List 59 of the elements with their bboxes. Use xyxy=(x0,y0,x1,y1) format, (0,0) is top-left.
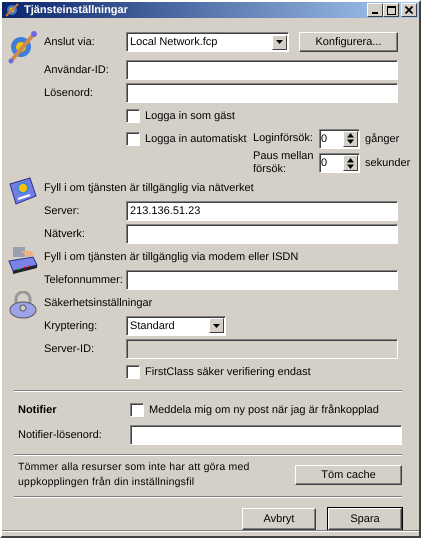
unit-label: gånger xyxy=(365,132,400,144)
spinner-field[interactable]: 0 xyxy=(319,153,360,173)
dialog-button[interactable]: Avbryt xyxy=(242,508,316,530)
spinner-label: Paus mellan försök: xyxy=(253,150,315,176)
maximize-button[interactable] xyxy=(383,3,399,17)
window-title: Tjänsteinställningar xyxy=(24,4,129,16)
minimize-button[interactable] xyxy=(367,3,383,17)
field-label: Användar-ID: xyxy=(44,64,110,76)
field-label: Telefonnummer: xyxy=(44,274,124,286)
up-down-arrows-icon xyxy=(347,133,354,144)
configure-button[interactable]: Konfigurera... xyxy=(299,32,398,52)
field-label: Lösenord: xyxy=(44,86,94,98)
checkbox-label: FirstClass säker verifiering endast xyxy=(145,366,311,378)
section-title: Fyll i om tjänsten är tillgänglig via modem eller ISDN xyxy=(44,250,298,262)
spinner-field[interactable]: 0 xyxy=(319,128,360,148)
text-field[interactable] xyxy=(126,82,398,102)
field-label: Nätverk: xyxy=(44,228,86,240)
field-label: Kryptering: xyxy=(44,320,98,332)
modem-icon xyxy=(7,245,39,275)
field-label: Anslut via: xyxy=(44,36,96,48)
app-icon xyxy=(4,2,20,18)
text-field[interactable] xyxy=(126,224,398,244)
caret-icon xyxy=(213,324,220,328)
close-button[interactable] xyxy=(401,3,417,17)
checkbox[interactable] xyxy=(130,402,144,416)
spinner-label: Loginförsök: xyxy=(253,132,314,145)
text-field[interactable] xyxy=(126,60,398,80)
checkbox[interactable] xyxy=(126,108,140,122)
close-icon xyxy=(405,6,413,14)
text-field[interactable] xyxy=(126,270,398,290)
section-title: Säkerhetsinställningar xyxy=(44,296,152,308)
cache-description: Tömmer alla resurser som inte har att göra med uppkopplingen från din inställningsfil xyxy=(18,460,251,490)
connection-dropdown[interactable]: Local Network.fcp xyxy=(126,32,289,52)
checkbox-label: Logga in automatiskt xyxy=(145,132,247,144)
spin-buttons[interactable] xyxy=(343,155,358,171)
field-label: Notifier-lösenord: xyxy=(18,428,103,440)
checkbox[interactable] xyxy=(126,364,140,378)
maximize-icon xyxy=(386,6,396,14)
encryption-dropdown[interactable]: Standard xyxy=(126,316,226,336)
up-down-arrows-icon xyxy=(347,158,354,168)
text-field[interactable] xyxy=(130,424,402,444)
dropdown-arrow-button[interactable] xyxy=(272,34,287,50)
text-field[interactable]: 213.136.51.23 xyxy=(126,200,398,220)
clear-cache-button[interactable]: Töm cache xyxy=(295,465,402,485)
dropdown-arrow-button[interactable] xyxy=(209,318,224,333)
field-label: Server-ID: xyxy=(44,342,96,354)
field-label: Server: xyxy=(44,204,80,216)
satellite-icon xyxy=(8,30,38,64)
section-title: Notifier xyxy=(18,404,58,416)
checkbox-label: Logga in som gäst xyxy=(145,110,235,122)
checkbox[interactable] xyxy=(126,132,140,146)
section-title: Fyll i om tjänsten är tillgänglig via nätverket xyxy=(44,182,254,194)
spin-buttons[interactable] xyxy=(343,130,358,146)
network-card-icon xyxy=(8,176,38,206)
padlock-icon xyxy=(8,291,38,319)
unit-label: sekunder xyxy=(365,157,410,169)
caret-icon xyxy=(276,40,283,44)
dialog-button[interactable]: Spara xyxy=(328,508,402,530)
checkbox-label: Meddela mig om ny post när jag är frånkopplad xyxy=(149,404,379,416)
